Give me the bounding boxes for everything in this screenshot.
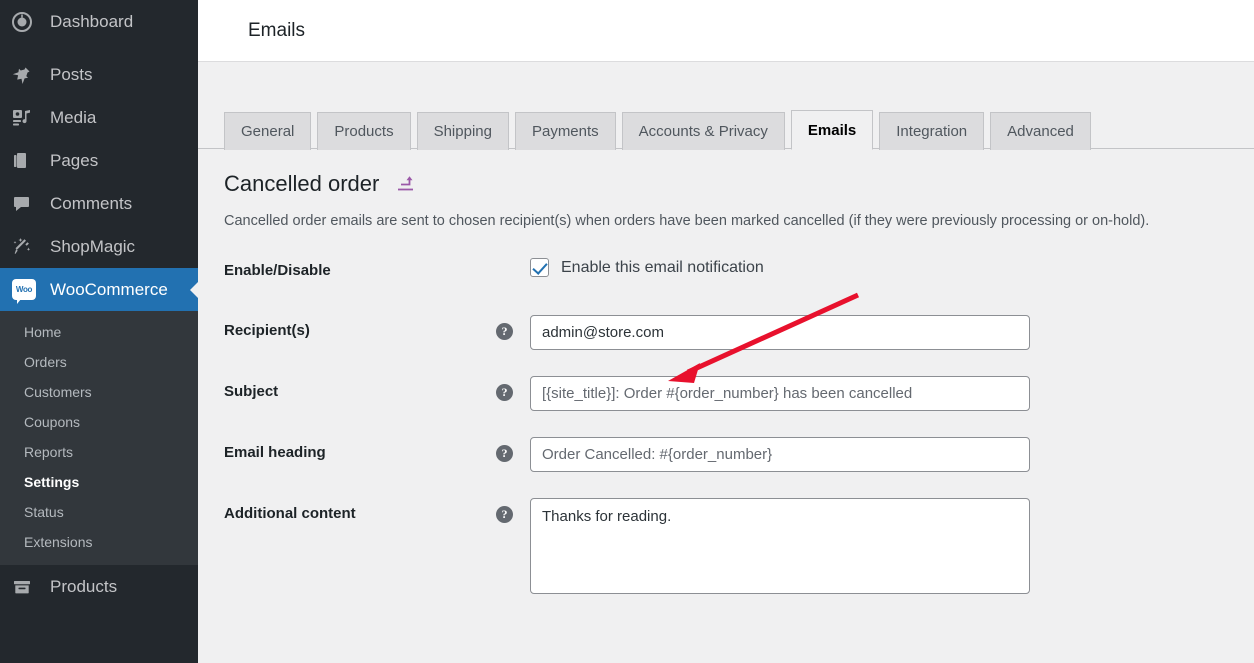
sidebar-item-woocommerce[interactable]: Woo WooCommerce [0,268,198,311]
tab-products[interactable]: Products [317,112,411,150]
row-additional-content: Additional content ? [224,498,1254,599]
section-header: Cancelled order [198,171,1254,197]
sidebar-item-pages[interactable]: Pages [0,139,198,182]
email-heading-label: Email heading [224,444,326,461]
submenu-item-status[interactable]: Status [0,497,198,527]
tab-general[interactable]: General [224,112,312,150]
recipients-help-cell: ? [496,315,520,340]
email-settings-form: Enable/Disable Enable this email notific… [198,255,1254,599]
additional-content-field [520,498,1030,599]
enable-disable-field: Enable this email notification [520,255,764,277]
additional-content-label: Additional content [224,505,356,522]
sidebar-item-label: ShopMagic [50,236,136,256]
help-spacer [496,255,520,263]
help-icon[interactable]: ? [496,445,513,462]
tab-shipping[interactable]: Shipping [416,112,509,150]
settings-tabbar: General Products Shipping Payments Accou… [198,110,1254,150]
help-icon[interactable]: ? [496,323,513,340]
page-title: Emails [248,19,306,41]
additional-content-textarea[interactable] [530,498,1030,594]
return-arrow-icon[interactable] [395,174,417,194]
comment-icon [12,193,42,215]
sidebar-item-media[interactable]: Media [0,96,198,139]
recipients-field [520,315,1030,350]
row-subject: Subject ? [224,376,1254,411]
main-content: Emails General Products Shipping Payment… [198,0,1254,663]
products-icon [12,576,42,598]
sidebar-item-label: Posts [50,64,93,84]
submenu-item-orders[interactable]: Orders [0,347,198,377]
admin-sidebar: Dashboard Posts Media Pages Comments Sho… [0,0,198,663]
tabs-list: General Products Shipping Payments Accou… [224,110,1254,150]
row-email-heading: Email heading ? [224,437,1254,472]
subject-label: Subject [224,383,279,400]
sidebar-item-label: Products [50,576,118,596]
enable-checkbox-wrap[interactable]: Enable this email notification [530,255,764,277]
submenu-item-coupons[interactable]: Coupons [0,407,198,437]
magic-wand-icon [12,236,42,258]
row-recipients: Recipient(s) ? [224,315,1254,350]
enable-email-checkbox[interactable] [530,258,549,277]
help-icon[interactable]: ? [496,506,513,523]
sidebar-divider [0,43,198,53]
help-icon[interactable]: ? [496,384,513,401]
email-heading-input[interactable] [530,437,1030,472]
recipients-input[interactable] [530,315,1030,350]
tab-emails[interactable]: Emails [790,110,874,150]
app-root: Dashboard Posts Media Pages Comments Sho… [0,0,1254,663]
sidebar-item-shopmagic[interactable]: ShopMagic [0,225,198,268]
woo-badge: Woo [12,279,36,304]
subject-input[interactable] [530,376,1030,411]
dashboard-icon [12,11,42,33]
submenu-item-extensions[interactable]: Extensions [0,527,198,557]
tab-integration[interactable]: Integration [879,112,985,150]
pin-icon [12,64,42,86]
submenu-item-settings[interactable]: Settings [0,467,198,497]
section-description: Cancelled order emails are sent to chose… [224,213,1150,229]
woocommerce-submenu: Home Orders Customers Coupons Reports Se… [0,311,198,565]
enable-disable-label: Enable/Disable [224,262,331,279]
woo-icon: Woo [12,279,42,304]
submenu-item-customers[interactable]: Customers [0,377,198,407]
media-icon [12,107,42,129]
pages-icon [12,150,42,172]
submenu-item-reports[interactable]: Reports [0,437,198,467]
email-heading-field [520,437,1030,472]
sidebar-item-label: Dashboard [50,11,134,31]
additional-content-help-cell: ? [496,498,520,523]
sidebar-item-dashboard[interactable]: Dashboard [0,0,198,43]
page-header: Emails [198,0,1254,62]
tab-advanced[interactable]: Advanced [990,112,1091,150]
sidebar-item-posts[interactable]: Posts [0,53,198,96]
recipients-label: Recipient(s) [224,322,310,339]
sidebar-item-label: WooCommerce [50,279,168,299]
submenu-item-home[interactable]: Home [0,317,198,347]
sidebar-item-label: Comments [50,193,133,213]
sidebar-item-products[interactable]: Products [0,565,198,608]
tab-payments[interactable]: Payments [514,112,616,150]
section-title: Cancelled order [224,171,380,196]
sidebar-item-label: Media [50,107,97,127]
subject-field [520,376,1030,411]
sidebar-item-label: Pages [50,150,99,170]
enable-checkbox-label: Enable this email notification [561,258,764,276]
sidebar-item-comments[interactable]: Comments [0,182,198,225]
subject-help-cell: ? [496,376,520,401]
email-heading-help-cell: ? [496,437,520,462]
tab-accounts-privacy[interactable]: Accounts & Privacy [621,112,785,150]
row-enable-disable: Enable/Disable Enable this email notific… [224,255,1254,289]
